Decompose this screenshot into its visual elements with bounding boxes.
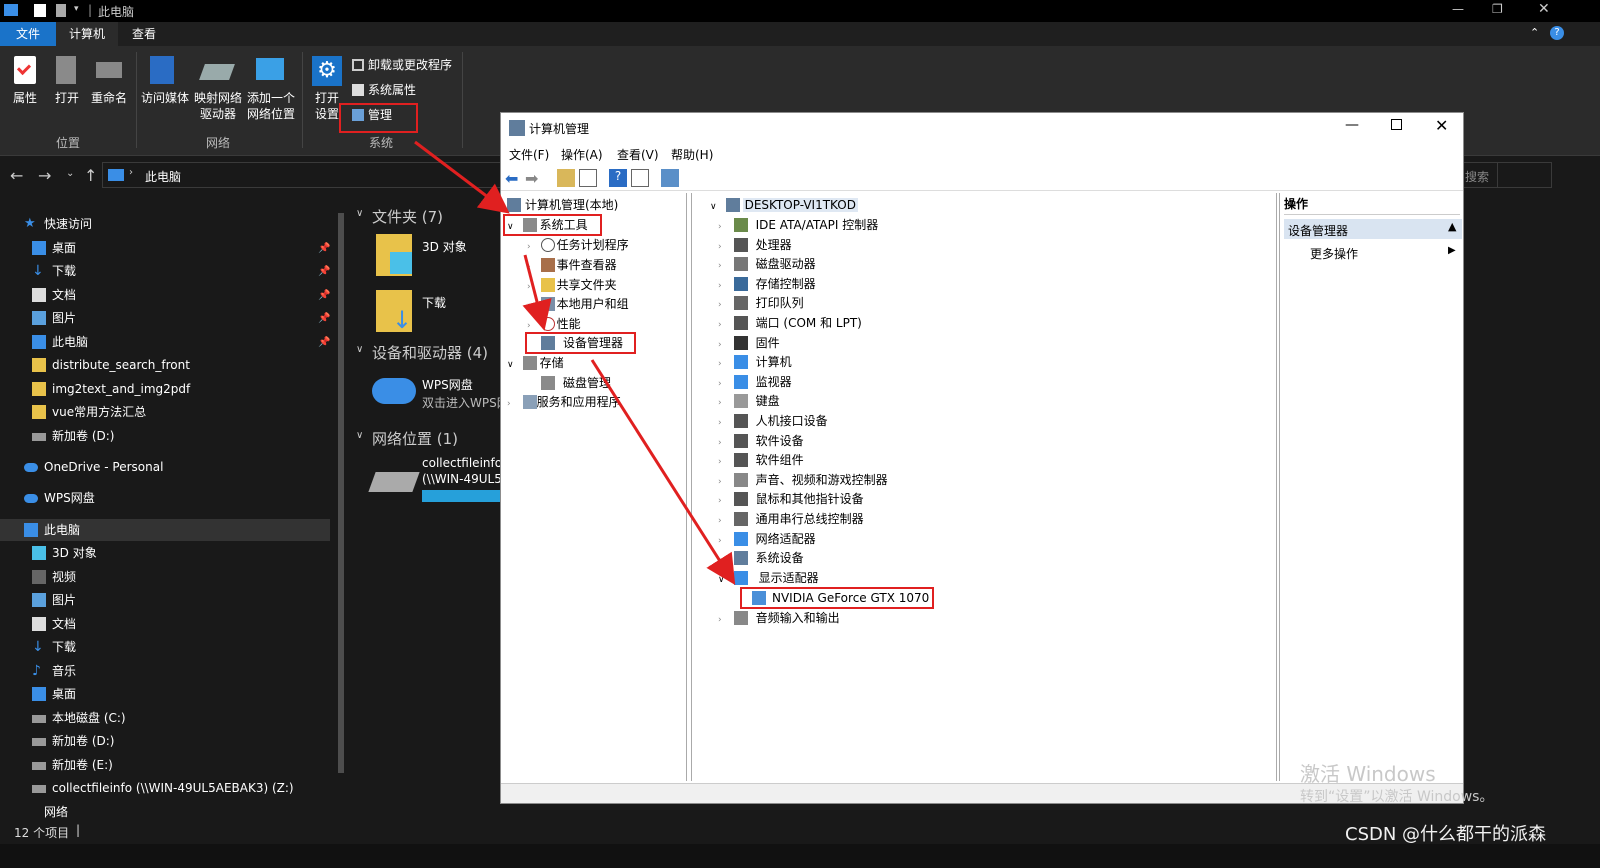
- arrow-devmgr-to-gpu: [590, 359, 736, 586]
- arrow-manage-to-tools: [414, 140, 510, 214]
- activation-watermark-sub: 转到“设置”以激活 Windows。: [1300, 789, 1494, 805]
- arrow-tools-to-devmgr: [522, 254, 552, 331]
- activation-watermark-title: 激活 Windows: [1300, 762, 1436, 786]
- annotation-arrows: [414, 140, 736, 586]
- csdn-watermark: CSDN @什么都干的派森: [1345, 824, 1547, 845]
